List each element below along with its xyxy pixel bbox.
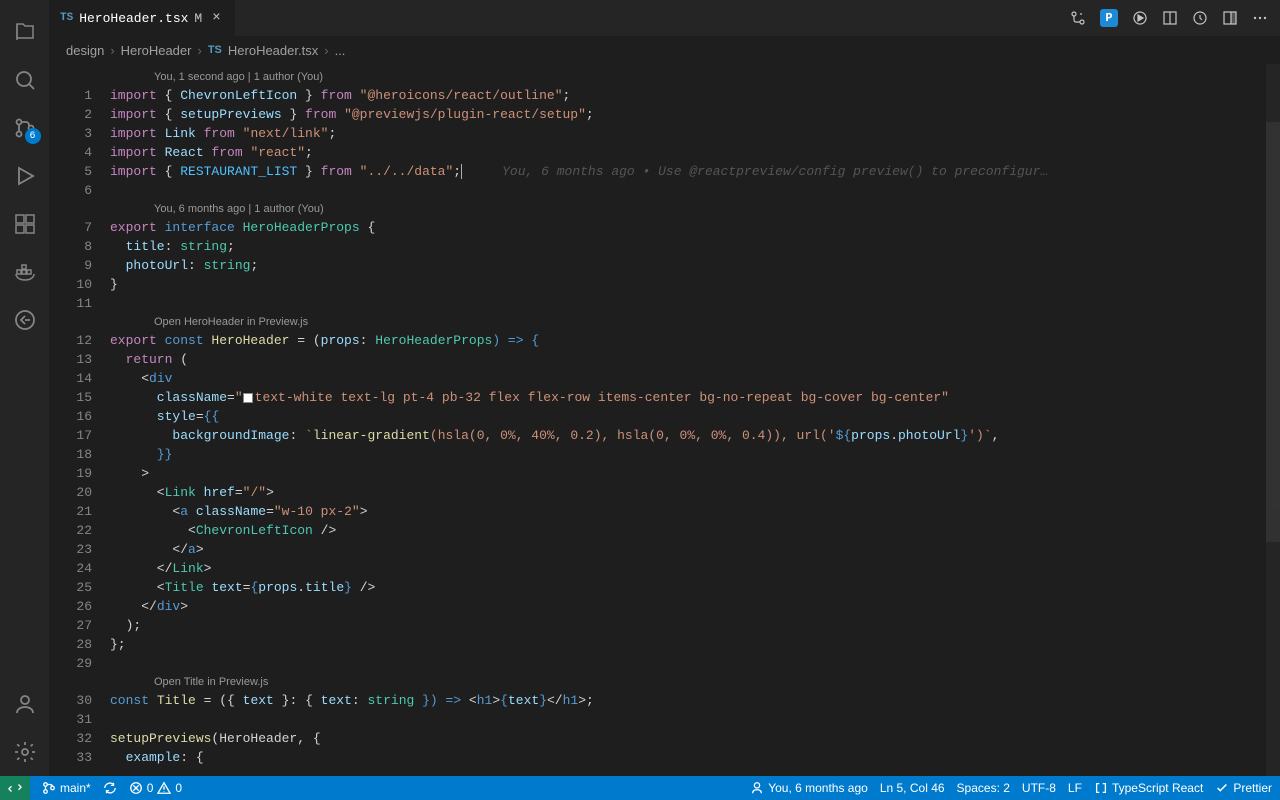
run-debug-icon[interactable] (1, 152, 49, 200)
previewjs-icon[interactable]: P (1100, 9, 1118, 27)
minimap[interactable] (1266, 64, 1280, 776)
compare-changes-icon[interactable] (1070, 9, 1086, 27)
extensions-icon[interactable] (1, 200, 49, 248)
settings-gear-icon[interactable] (1, 728, 49, 776)
language-mode[interactable]: TypeScript React (1094, 781, 1203, 795)
codelens-previewjs[interactable]: Open HeroHeader in Preview.js (50, 313, 1280, 331)
tab-bar: TS HeroHeader.tsx M × P (50, 0, 1280, 36)
text-cursor (461, 164, 462, 179)
breadcrumb-seg[interactable]: design (66, 43, 104, 58)
editor-area: TS HeroHeader.tsx M × P design › HeroHea… (50, 0, 1280, 776)
status-bar: main* 0 0 You, 6 months ago Ln 5, Col 46… (0, 776, 1280, 800)
split-right-icon[interactable] (1162, 9, 1178, 27)
remote-button[interactable] (0, 776, 30, 800)
codelens[interactable]: You, 6 months ago | 1 author (You) (50, 200, 1280, 218)
source-control-icon[interactable]: 6 (1, 104, 49, 152)
minimap-thumb[interactable] (1266, 122, 1280, 542)
split-editor-icon[interactable] (1222, 9, 1238, 27)
code-editor[interactable]: You, 1 second ago | 1 author (You) 1impo… (50, 64, 1280, 776)
more-actions-icon[interactable] (1252, 9, 1268, 27)
breadcrumb-seg[interactable]: HeroHeader (121, 43, 192, 58)
activity-bar: 6 (0, 0, 50, 776)
explorer-icon[interactable] (1, 8, 49, 56)
breadcrumb-seg[interactable]: ... (335, 43, 346, 58)
prettier-status[interactable]: Prettier (1215, 781, 1272, 795)
tab-heroheader[interactable]: TS HeroHeader.tsx M × (50, 0, 236, 36)
tab-modified-indicator: M (194, 11, 202, 26)
color-swatch-icon (243, 393, 253, 403)
chevron-right-icon: › (110, 43, 114, 58)
blame-status[interactable]: You, 6 months ago (750, 781, 868, 795)
indentation-status[interactable]: Spaces: 2 (957, 781, 1010, 795)
tab-filename: HeroHeader.tsx (79, 11, 188, 26)
problems-status[interactable]: 0 0 (129, 781, 182, 795)
live-share-icon[interactable] (1, 296, 49, 344)
docker-icon[interactable] (1, 248, 49, 296)
cursor-position[interactable]: Ln 5, Col 46 (880, 781, 945, 795)
search-icon[interactable] (1, 56, 49, 104)
breadcrumbs[interactable]: design › HeroHeader › TS HeroHeader.tsx … (50, 36, 1280, 64)
ts-file-icon: TS (60, 12, 73, 24)
breadcrumb-seg[interactable]: HeroHeader.tsx (228, 43, 318, 58)
sync-button[interactable] (103, 781, 117, 795)
accounts-icon[interactable] (1, 680, 49, 728)
codelens-previewjs[interactable]: Open Title in Preview.js (50, 673, 1280, 691)
run-icon[interactable] (1132, 9, 1148, 27)
inline-blame: You, 6 months ago • Use @reactpreview/co… (502, 164, 1048, 179)
tab-close-icon[interactable]: × (208, 10, 224, 26)
chevron-right-icon: › (197, 43, 201, 58)
codelens[interactable]: You, 1 second ago | 1 author (You) (50, 68, 1280, 86)
scm-badge: 6 (25, 128, 41, 144)
encoding-status[interactable]: UTF-8 (1022, 781, 1056, 795)
toggle-aux-icon[interactable] (1192, 9, 1208, 27)
ts-file-icon: TS (208, 44, 222, 56)
chevron-right-icon: › (324, 43, 328, 58)
eol-status[interactable]: LF (1068, 781, 1082, 795)
branch-status[interactable]: main* (42, 781, 91, 795)
